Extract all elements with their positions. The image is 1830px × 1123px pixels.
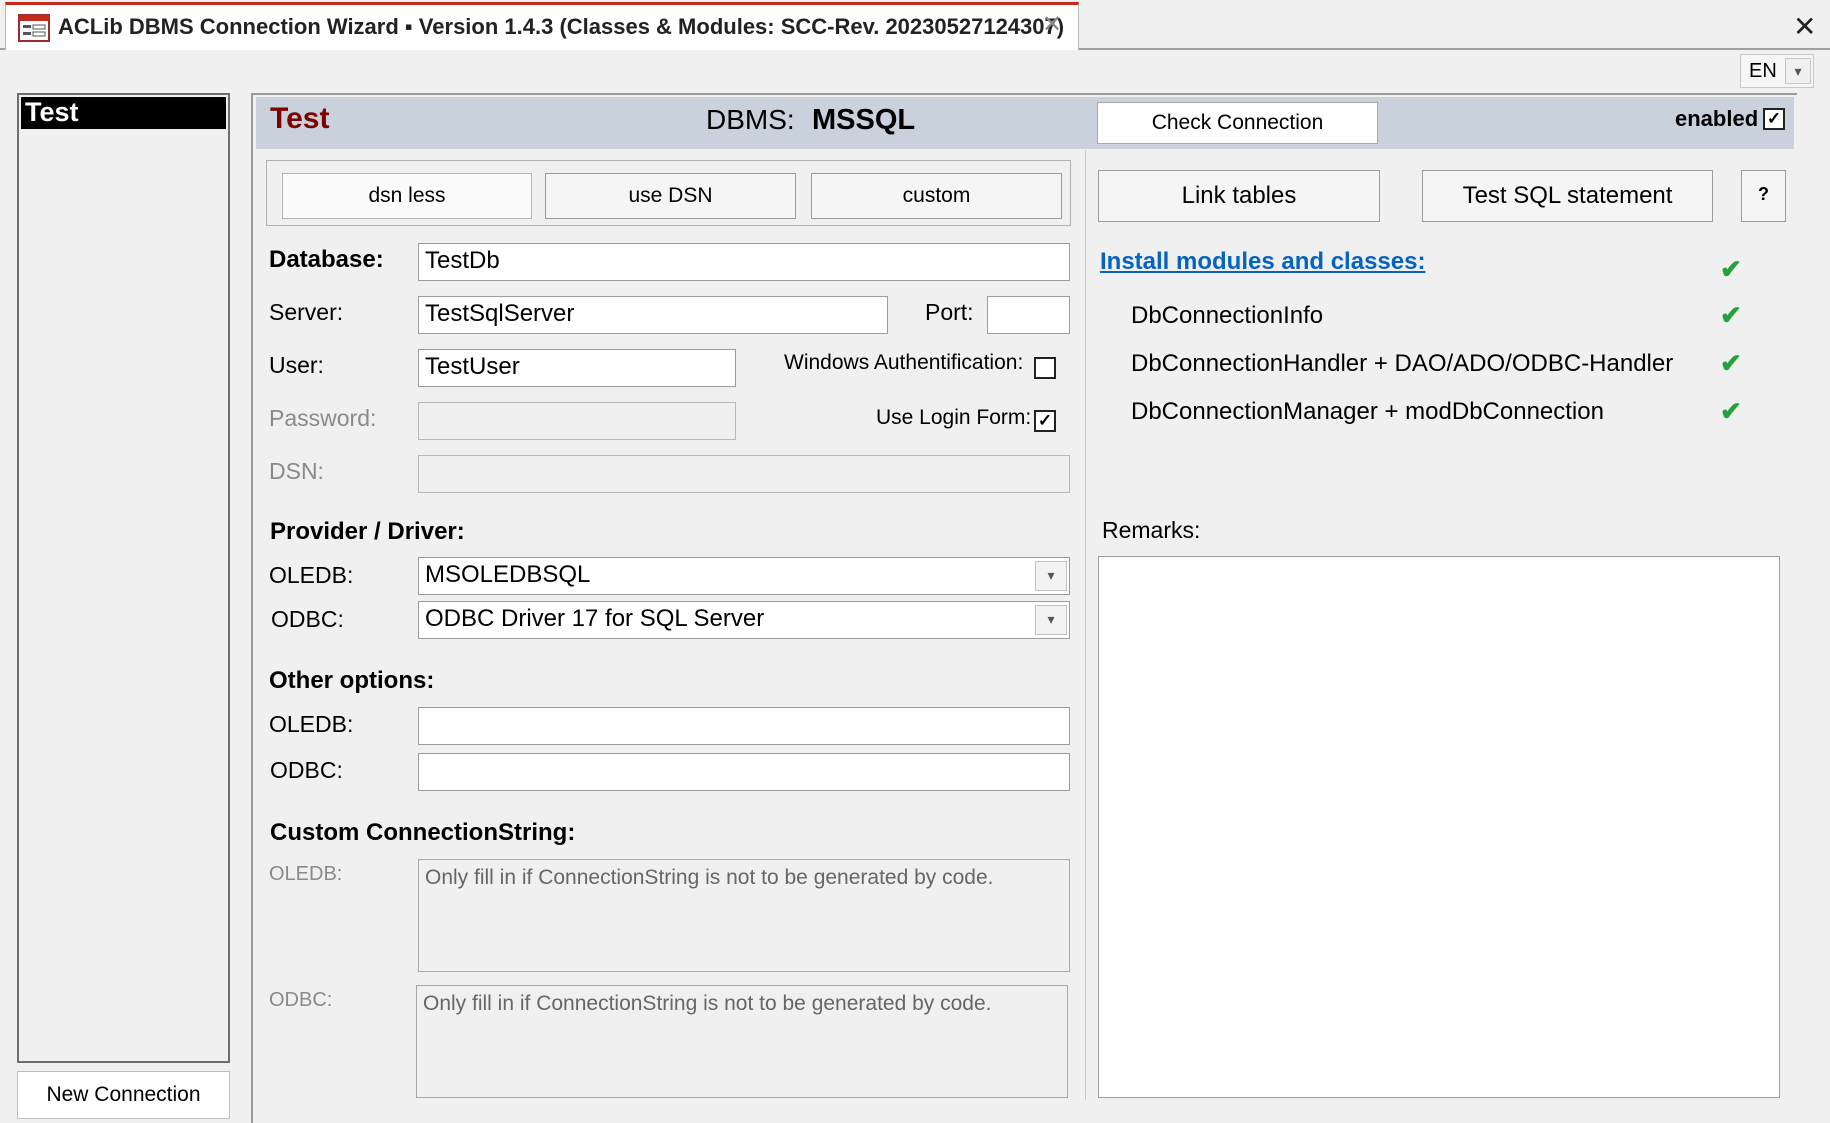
- custom-oledb-label: OLEDB:: [269, 863, 343, 885]
- odbc-driver-select[interactable]: ODBC Driver 17 for SQL Server ▾: [418, 601, 1070, 639]
- remarks-label: Remarks:: [1102, 517, 1201, 543]
- remarks-textarea[interactable]: [1098, 556, 1780, 1098]
- link-tables-button[interactable]: Link tables: [1098, 170, 1380, 222]
- user-label: User:: [269, 352, 324, 378]
- other-odbc-label: ODBC:: [270, 757, 343, 783]
- language-select[interactable]: EN ▾: [1740, 54, 1814, 88]
- other-oledb-input[interactable]: [418, 707, 1070, 745]
- odbc-driver-value: ODBC Driver 17 for SQL Server: [425, 605, 765, 632]
- module-name: DbConnectionHandler + DAO/ADO/ODBC-Handl…: [1131, 350, 1674, 377]
- module-name: DbConnectionInfo: [1131, 302, 1324, 329]
- connection-name: Test: [270, 102, 330, 135]
- server-label: Server:: [269, 299, 344, 325]
- help-button[interactable]: ?: [1741, 170, 1786, 222]
- provider-oledb-label: OLEDB:: [269, 562, 354, 588]
- module-name: DbConnectionManager + modDbConnection: [1131, 398, 1604, 425]
- use-login-form-checkbox[interactable]: ✓: [1034, 410, 1056, 432]
- database-label: Database:: [269, 246, 384, 273]
- password-input[interactable]: [418, 402, 736, 440]
- use-login-form-label: Use Login Form:: [876, 406, 1032, 429]
- chevron-down-icon[interactable]: ▾: [1035, 605, 1067, 635]
- connection-list[interactable]: Test: [17, 93, 230, 1063]
- connection-header: [256, 97, 1794, 149]
- custom-odbc-textarea[interactable]: Only fill in if ConnectionString is not …: [416, 985, 1068, 1098]
- provider-odbc-label: ODBC:: [271, 606, 344, 632]
- connection-list-item[interactable]: Test: [21, 97, 226, 129]
- server-input[interactable]: TestSqlServer: [418, 296, 888, 334]
- windows-auth-checkbox[interactable]: [1034, 357, 1056, 379]
- user-input[interactable]: TestUser: [418, 349, 736, 387]
- enabled-label: enabled: [1675, 106, 1759, 131]
- dbms-label: DBMS:: [706, 104, 795, 135]
- dsn-input[interactable]: [418, 455, 1070, 493]
- port-input[interactable]: [987, 296, 1070, 334]
- windows-auth-label: Windows Authentification:: [784, 351, 1024, 374]
- other-options-title: Other options:: [269, 667, 435, 694]
- checkmark-icon: ✔: [1720, 348, 1742, 378]
- other-oledb-label: OLEDB:: [269, 711, 354, 737]
- chevron-down-icon[interactable]: ▾: [1785, 58, 1811, 84]
- close-window-icon[interactable]: ✕: [1793, 10, 1816, 43]
- password-label: Password:: [269, 405, 377, 431]
- oledb-provider-value: MSOLEDBSQL: [425, 561, 591, 588]
- dsn-less-button[interactable]: dsn less: [282, 173, 532, 219]
- provider-section-title: Provider / Driver:: [270, 518, 465, 545]
- custom-oledb-textarea[interactable]: Only fill in if ConnectionString is not …: [418, 859, 1070, 972]
- chevron-down-icon[interactable]: ▾: [1035, 561, 1067, 591]
- dsn-label: DSN:: [269, 458, 324, 484]
- close-tab-icon[interactable]: ✕: [1042, 10, 1062, 39]
- window-title: ACLib DBMS Connection Wizard ▪ Version 1…: [58, 14, 1065, 39]
- custom-connection-title: Custom ConnectionString:: [270, 819, 576, 846]
- checkmark-icon: ✔: [1720, 300, 1742, 330]
- database-input[interactable]: TestDb: [418, 243, 1070, 281]
- install-status-icon: ✔: [1720, 254, 1742, 284]
- checkmark-icon: ✔: [1720, 396, 1742, 426]
- other-odbc-input[interactable]: [418, 753, 1070, 791]
- new-connection-button[interactable]: New Connection: [17, 1071, 230, 1119]
- language-value: EN: [1749, 60, 1777, 82]
- port-label: Port:: [925, 299, 974, 325]
- custom-button[interactable]: custom: [811, 173, 1062, 219]
- enabled-checkbox[interactable]: ✓: [1763, 108, 1785, 130]
- check-connection-button[interactable]: Check Connection: [1097, 102, 1378, 144]
- panel-divider: [1085, 150, 1086, 1100]
- test-sql-button[interactable]: Test SQL statement: [1422, 170, 1713, 222]
- install-modules-link[interactable]: Install modules and classes:: [1100, 248, 1425, 276]
- use-dsn-button[interactable]: use DSN: [545, 173, 796, 219]
- custom-odbc-label: ODBC:: [269, 989, 333, 1011]
- dbms-value: MSSQL: [812, 104, 916, 136]
- oledb-provider-select[interactable]: MSOLEDBSQL ▾: [418, 557, 1070, 595]
- form-icon: [18, 14, 50, 42]
